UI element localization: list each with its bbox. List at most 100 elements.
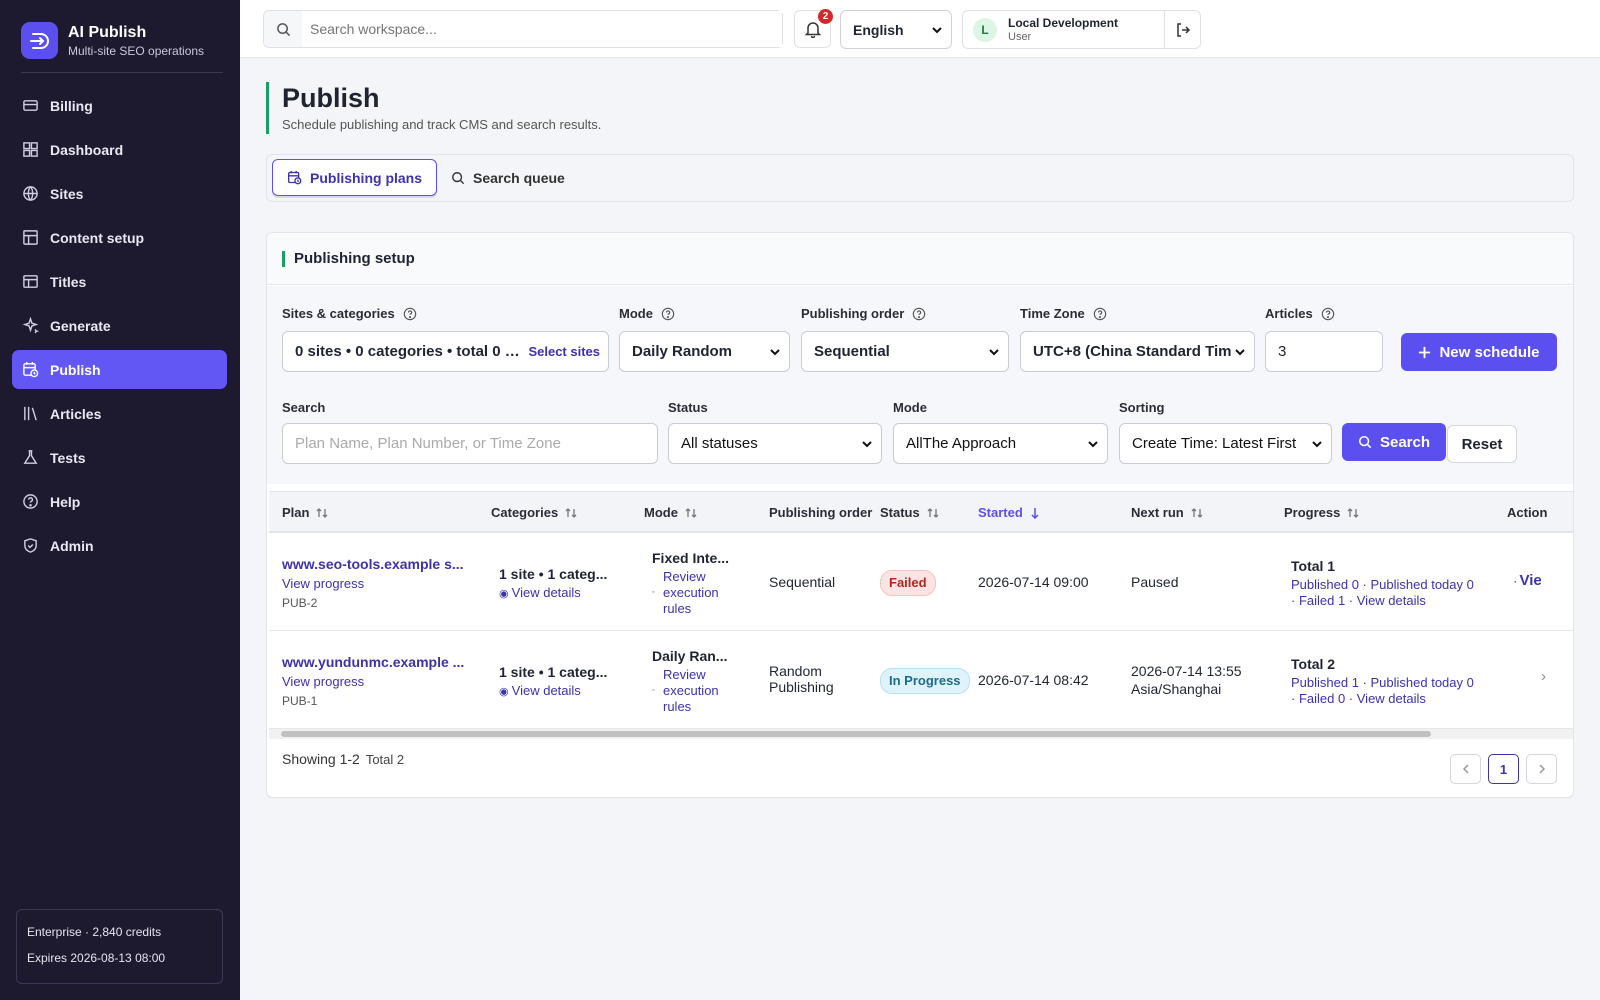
- notifications-button[interactable]: 2: [794, 9, 833, 48]
- mode-cell: Daily Ran... ◦ Review execution rules: [652, 648, 747, 715]
- label-text: Sites & categories: [282, 306, 395, 321]
- progress-details-link[interactable]: · Failed 0 · View details: [1291, 691, 1474, 707]
- progress-details-link[interactable]: · Failed 1 · View details: [1291, 593, 1474, 609]
- timezone-select[interactable]: UTC+8 (China Standard Tim: [1020, 331, 1255, 372]
- dashboard-icon: [23, 142, 38, 157]
- mode-select[interactable]: Daily Random: [619, 331, 790, 372]
- view-progress-link[interactable]: View progress: [282, 576, 464, 592]
- prev-page-button[interactable]: [1450, 754, 1481, 784]
- status-cell: Failed: [880, 570, 936, 596]
- sidebar-item-label: Generate: [50, 317, 111, 334]
- search-input[interactable]: [302, 11, 782, 47]
- notification-badge: 2: [818, 9, 833, 24]
- help-icon[interactable]: [912, 307, 926, 321]
- status-select[interactable]: All statuses: [668, 423, 882, 464]
- plan-cell: www.yundunmc.example ... View progress P…: [282, 654, 464, 709]
- tab-publishing-plans[interactable]: Publishing plans: [272, 159, 438, 196]
- help-icon[interactable]: [403, 307, 417, 321]
- tab-search-queue[interactable]: Search queue: [437, 159, 579, 196]
- sites-label: Sites & categories: [282, 306, 417, 321]
- articles-input[interactable]: 3: [1265, 331, 1383, 372]
- plans-table: Plan Categories Mode Publishing order St…: [269, 491, 1573, 739]
- label-text: Articles: [1265, 306, 1313, 321]
- new-schedule-button[interactable]: New schedule: [1401, 333, 1557, 371]
- sidebar-item-articles[interactable]: Articles: [12, 394, 227, 433]
- order-select[interactable]: Sequential: [801, 331, 1009, 372]
- shield-icon: [24, 538, 37, 553]
- help-icon[interactable]: [1321, 307, 1335, 321]
- plan-info: Enterprise · 2,840 credits Expires 2026-…: [16, 909, 223, 984]
- next-page-button[interactable]: [1526, 754, 1557, 784]
- view-progress-link[interactable]: View progress: [282, 674, 464, 690]
- sidebar-item-label: Admin: [50, 537, 94, 554]
- filter-mode-select[interactable]: AllThe Approach: [893, 423, 1108, 464]
- total-count: Total 2: [365, 752, 405, 767]
- categories-value: 1 site • 1 categ...: [499, 664, 608, 680]
- search-icon: [452, 171, 465, 184]
- logout-button[interactable]: [1164, 11, 1200, 48]
- view-details-link[interactable]: ◉ View details: [499, 683, 607, 700]
- review-rules-link[interactable]: ◦ Review execution rules: [652, 667, 747, 715]
- row-action-chevron[interactable]: ›: [1541, 669, 1546, 685]
- plan-link[interactable]: www.seo-tools.example s...: [282, 556, 464, 572]
- dot-icon: ◦: [652, 589, 655, 596]
- col-progress[interactable]: Progress: [1284, 505, 1360, 520]
- sidebar-item-help[interactable]: Help: [12, 482, 227, 521]
- started-value: 2026-07-14 09:00: [978, 574, 1089, 590]
- col-plan[interactable]: Plan: [282, 505, 329, 520]
- view-details-link[interactable]: ◉ View details: [499, 585, 607, 602]
- sidebar-item-tests[interactable]: Tests: [12, 438, 227, 477]
- order-value: Random Publishing: [769, 663, 834, 695]
- page-header: Publish Schedule publishing and track CM…: [266, 82, 601, 134]
- sidebar-item-titles[interactable]: Titles: [12, 262, 227, 301]
- link-text: Review execution rules: [663, 667, 719, 714]
- progress-total: Total 1: [1291, 558, 1336, 574]
- next-run-value: 2026-07-14 13:55: [1131, 663, 1242, 679]
- chevron-down-icon: [770, 348, 780, 355]
- sidebar-item-billing[interactable]: Billing: [12, 86, 227, 125]
- filter-search-input[interactable]: Plan Name, Plan Number, or Time Zone: [282, 423, 658, 464]
- sidebar-item-admin[interactable]: Admin: [12, 526, 227, 565]
- col-status[interactable]: Status: [880, 505, 940, 520]
- col-categories[interactable]: Categories: [491, 505, 578, 520]
- sidebar-item-label: Tests: [50, 449, 86, 466]
- help-icon[interactable]: [1093, 307, 1107, 321]
- col-label: Publishing order: [769, 505, 873, 520]
- reset-button[interactable]: Reset: [1447, 425, 1517, 463]
- sort-icon: [565, 507, 577, 518]
- col-next-run[interactable]: Next run: [1131, 505, 1204, 520]
- sidebar-item-publish[interactable]: Publish: [12, 350, 227, 389]
- brand[interactable]: AI Publish Multi-site SEO operations: [21, 22, 204, 59]
- sidebar-item-content-setup[interactable]: Content setup: [12, 218, 227, 257]
- col-label: Plan: [282, 505, 310, 520]
- language-select[interactable]: English: [840, 10, 952, 49]
- search-button[interactable]: Search: [1342, 423, 1446, 461]
- sites-selector[interactable]: 0 sites • 0 categories • total 0 r... Se…: [282, 331, 609, 372]
- help-icon[interactable]: [661, 307, 675, 321]
- col-started[interactable]: Started: [978, 505, 1041, 520]
- sidebar-item-dashboard[interactable]: Dashboard: [12, 130, 227, 169]
- layout-icon: [23, 230, 38, 245]
- order-value: Sequential: [814, 343, 890, 360]
- view-action[interactable]: · Vie: [1514, 573, 1542, 590]
- scroll-thumb[interactable]: [281, 731, 1431, 737]
- user-menu[interactable]: L Local Development User: [962, 10, 1201, 49]
- plan-link[interactable]: www.yundunmc.example ...: [282, 654, 464, 670]
- showing-range: Showing 1-2: [282, 751, 360, 767]
- publishing-setup-card: Publishing setup Sites & categories 0 si…: [266, 232, 1574, 798]
- search-placeholder: Plan Name, Plan Number, or Time Zone: [295, 435, 561, 452]
- col-label: Categories: [491, 505, 559, 520]
- horizontal-scrollbar[interactable]: [269, 729, 1573, 739]
- col-mode[interactable]: Mode: [644, 505, 698, 520]
- page-number[interactable]: 1: [1488, 754, 1519, 784]
- sorting-select[interactable]: Create Time: Latest First: [1119, 423, 1332, 464]
- action-label: Vie: [1519, 572, 1542, 589]
- sort-desc-icon: [1031, 507, 1039, 519]
- chevron-down-icon: [989, 348, 999, 355]
- sidebar-item-generate[interactable]: Generate: [12, 306, 227, 345]
- select-sites-link[interactable]: Select sites: [528, 344, 600, 359]
- status-badge: In Progress: [880, 668, 970, 694]
- review-rules-link[interactable]: ◦ Review execution rules: [652, 569, 747, 617]
- setup-form: Sites & categories 0 sites • 0 categorie…: [267, 286, 1573, 484]
- sidebar-item-sites[interactable]: Sites: [12, 174, 227, 213]
